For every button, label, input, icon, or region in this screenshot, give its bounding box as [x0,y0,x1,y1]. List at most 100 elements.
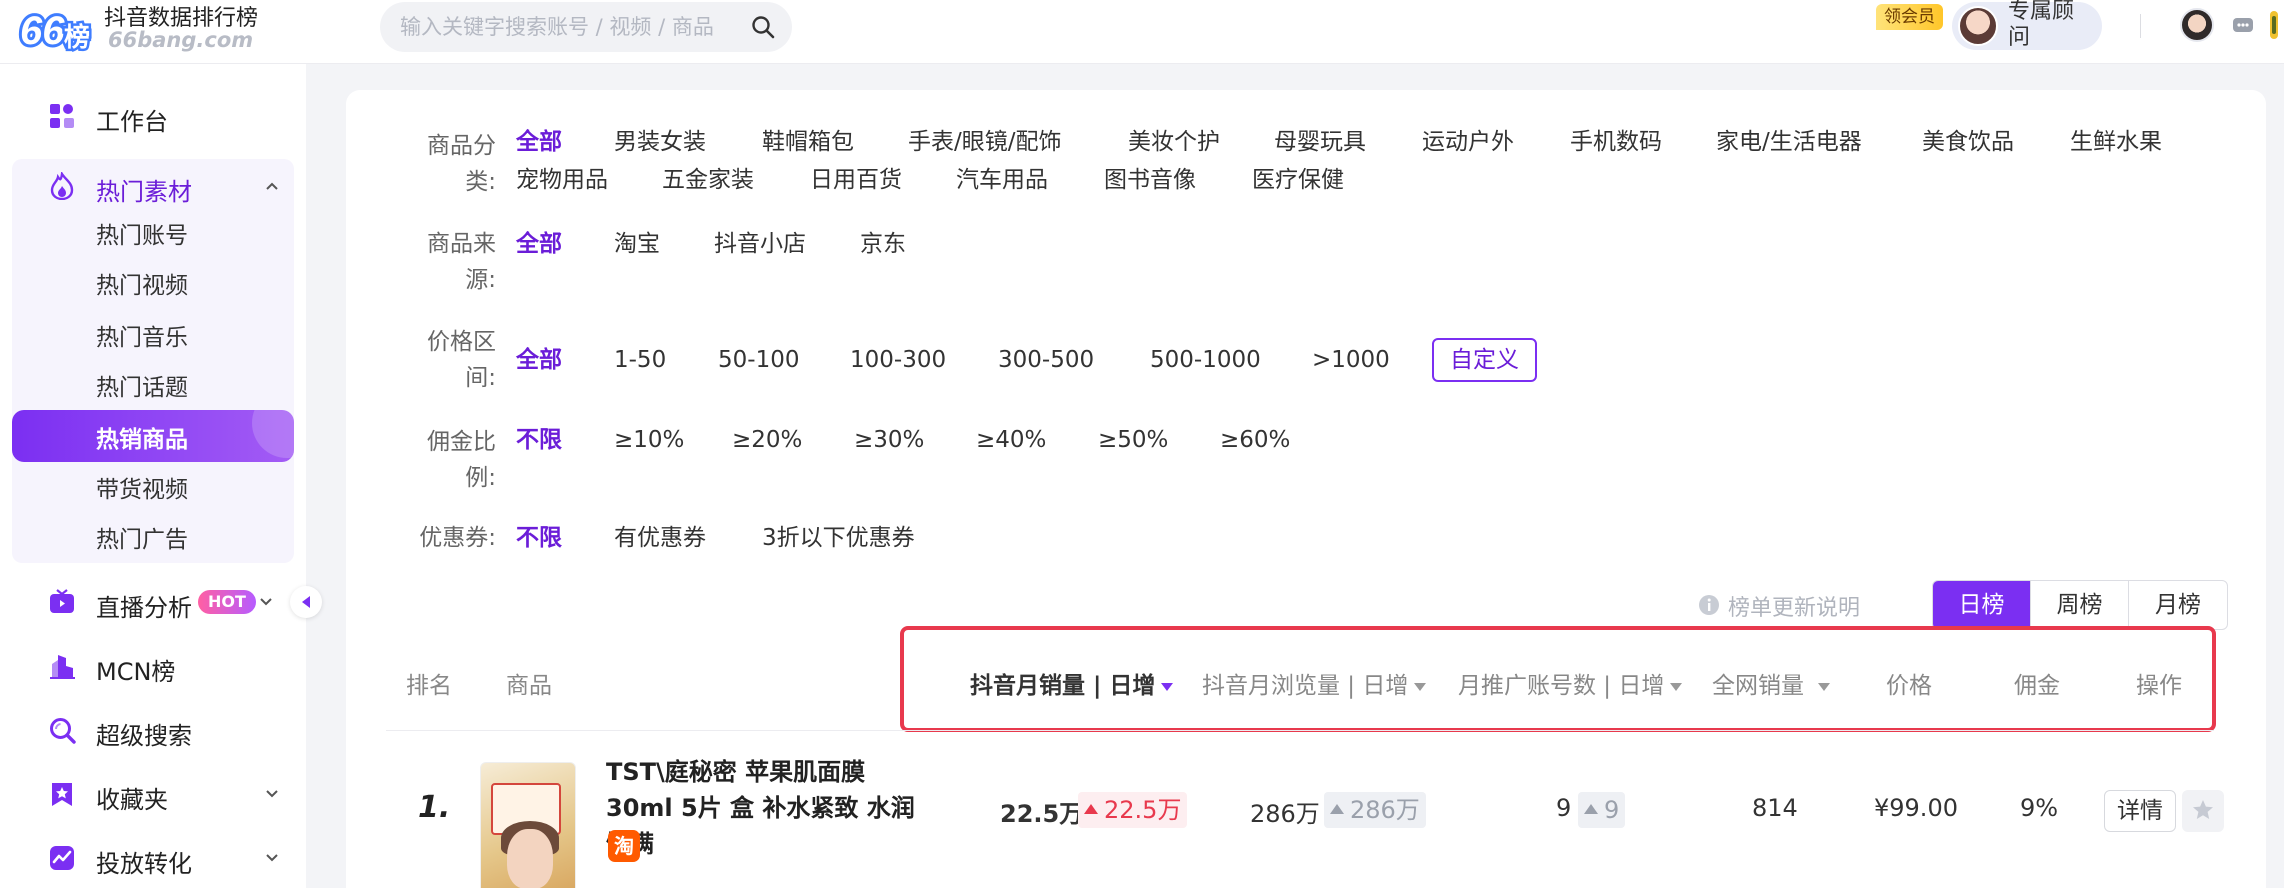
price-option[interactable]: >1000 [1312,342,1390,378]
chevron-up-icon [264,178,280,194]
promo-accounts-value: 9 [1556,794,1572,822]
sidebar-item-mcn[interactable]: MCN榜 [0,640,306,692]
category-option[interactable]: 宠物用品 [516,162,608,198]
source-option[interactable]: 京东 [860,226,906,262]
sidebar-sub-hot-products[interactable]: 热销商品 [12,410,294,462]
filter-label-category: 商品分类: [427,133,496,195]
row-rank: 1. [418,790,451,825]
tab-daily[interactable]: 日榜 [1933,581,2031,629]
sidebar-item-hot-material[interactable]: 热门素材 [0,160,306,212]
sidebar-item-favorites[interactable]: 收藏夹 [0,768,306,820]
top-header: 66 榜 抖音数据排行榜 66bang.com 领会员 专属顾问 [0,0,2284,64]
commission-option[interactable]: ≥50% [1098,422,1168,458]
vip-badge[interactable]: 领会员 [1876,4,1943,30]
monthly-sales-increase: 22.5万 [1078,792,1188,828]
commission-option[interactable]: ≥30% [854,422,924,458]
category-option[interactable]: 男装女装 [614,124,706,160]
chevron-down-icon [264,850,280,866]
sidebar-sub-hot-topics[interactable]: 热门话题 [96,368,188,402]
highlight-box [900,626,2216,732]
update-note-link[interactable]: 榜单更新说明 [1728,590,1860,622]
message-icon[interactable] [2232,17,2254,33]
commission-option[interactable]: ≥40% [976,422,1046,458]
sidebar-collapse-button[interactable] [290,586,322,618]
sidebar-sub-hot-music[interactable]: 热门音乐 [96,318,188,352]
category-option[interactable]: 美妆个护 [1128,124,1220,160]
promo-accounts-increase: 9 [1578,792,1626,828]
category-option[interactable]: 日用百货 [810,162,902,198]
sidebar-sub-label: 热销商品 [96,427,188,453]
chevron-down-icon [264,786,280,802]
price-option[interactable]: 300-500 [998,342,1094,378]
category-option[interactable]: 五金家装 [662,162,754,198]
building-icon [48,652,76,680]
category-option[interactable]: 手机数码 [1570,124,1662,160]
sidebar-sub-hot-accounts[interactable]: 热门账号 [96,216,188,250]
sidebar-item-label: 直播分析 [96,594,192,622]
category-option[interactable]: 运动户外 [1422,124,1514,160]
commission-option[interactable]: 不限 [516,422,562,458]
category-option[interactable]: 美食饮品 [1922,124,2014,160]
user-avatar[interactable] [2180,8,2214,42]
category-option[interactable]: 手表/眼镜/配饰 [908,124,1062,160]
custom-price-button[interactable]: 自定义 [1432,338,1537,382]
coupon-option[interactable]: 有优惠券 [614,520,706,556]
search-input[interactable] [400,12,746,42]
up-arrow-icon [1584,804,1598,814]
sidebar-sub-hot-videos[interactable]: 热门视频 [96,266,188,300]
category-option[interactable]: 医疗保健 [1252,162,1344,198]
consultant-button[interactable]: 专属顾问 [1952,0,2102,50]
category-option[interactable]: 母婴玩具 [1274,124,1366,160]
source-option[interactable]: 全部 [516,226,562,262]
commission-option[interactable]: ≥60% [1220,422,1290,458]
sidebar-sub-hot-ads[interactable]: 热门广告 [96,520,188,554]
commission-option[interactable]: ≥20% [732,422,802,458]
category-option[interactable]: 全部 [516,124,562,160]
svg-text:榜: 榜 [64,22,90,53]
sidebar-item-label: 热门素材 [96,178,192,206]
coupon-option[interactable]: 不限 [516,520,562,556]
logo[interactable]: 66 榜 [17,2,96,56]
header-rank: 排名 [406,673,452,699]
price-option[interactable]: 1-50 [614,342,666,378]
product-thumbnail[interactable] [480,762,576,888]
category-option[interactable]: 汽车用品 [956,162,1048,198]
category-option[interactable]: 生鲜水果 [2070,124,2162,160]
price-option[interactable]: 全部 [516,342,562,378]
decorative-glow [252,410,294,458]
price-option[interactable]: 50-100 [718,342,799,378]
sidebar-item-live-analysis[interactable]: 直播分析 HOT [0,576,306,628]
sidebar-item-label: MCN榜 [96,658,176,686]
sidebar-item-workbench[interactable]: 工作台 [0,90,306,142]
monthly-views-increase: 286万 [1324,792,1426,828]
monthly-views-value: 286万 [1250,800,1320,828]
detail-button[interactable]: 详情 [2104,790,2176,832]
favorite-button[interactable] [2182,790,2224,832]
increase-value: 9 [1604,796,1620,824]
flame-icon [48,170,76,201]
category-option[interactable]: 图书音像 [1104,162,1196,198]
taobao-icon: 淘 [608,830,640,862]
sidebar-item-label: 超级搜索 [96,722,192,750]
sidebar-item-label: 投放转化 [96,850,192,878]
dashboard-icon [48,102,76,130]
coupon-option[interactable]: 3折以下优惠券 [762,520,915,556]
total-sales-value: 814 [1752,794,1798,822]
sidebar-sub-sales-videos[interactable]: 带货视频 [96,470,188,504]
price-option[interactable]: 500-1000 [1150,342,1261,378]
source-option[interactable]: 淘宝 [614,226,660,262]
commission-option[interactable]: ≥10% [614,422,684,458]
product-name-link[interactable]: TST\庭秘密 苹果肌面膜 30ml 5片 盒 补水紧致 水润饱满 [606,754,936,862]
tab-monthly[interactable]: 月榜 [2129,581,2227,629]
sidebar-item-label: 收藏夹 [96,786,168,814]
search-icon[interactable] [750,14,776,40]
category-option[interactable]: 鞋帽箱包 [762,124,854,160]
sidebar-item-conversion[interactable]: 投放转化 [0,832,306,884]
more-vertical-icon[interactable] [2268,10,2280,40]
tab-weekly[interactable]: 周榜 [2031,581,2129,629]
source-option[interactable]: 抖音小店 [714,226,806,262]
search-icon [48,716,76,744]
sidebar-item-super-search[interactable]: 超级搜索 [0,704,306,756]
category-option[interactable]: 家电/生活电器 [1716,124,1862,160]
price-option[interactable]: 100-300 [850,342,946,378]
